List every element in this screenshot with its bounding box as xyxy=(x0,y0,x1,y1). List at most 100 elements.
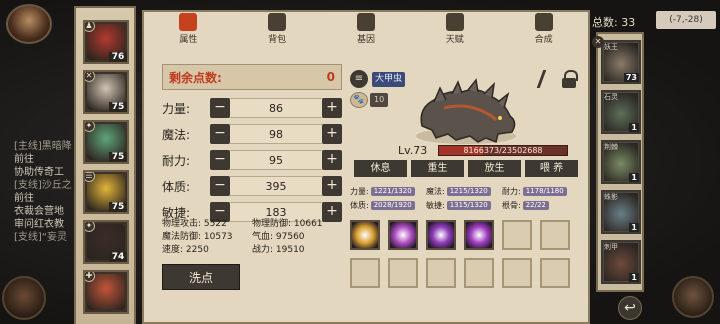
decrease-button[interactable]: − xyxy=(210,150,230,170)
derived-stat: 气血: 97560 xyxy=(252,232,305,242)
roster-level: 73 xyxy=(623,73,639,82)
quest-line: [支线]“妄灵 xyxy=(14,232,67,243)
beast-hp-bar: 8166373/23502688 xyxy=(438,145,568,156)
action-button[interactable]: 重生 xyxy=(411,160,464,177)
roster-card[interactable]: 石灵 1 xyxy=(601,90,641,134)
roster-card[interactable]: 荆棘 1 xyxy=(601,140,641,184)
class-badge-icon: ♟ xyxy=(85,22,95,32)
derived-stat: 魔法防御: 10573 xyxy=(162,232,233,242)
stat-name: 体质: xyxy=(162,179,191,194)
beast-roster[interactable]: 妖王 73 石灵 1 荆棘 1 蛛影 1 刺甲 1 xyxy=(596,32,644,292)
aptitude-value: 22/22 xyxy=(522,201,549,210)
tab-bar: 属性 背包 基因 天赋 合成 xyxy=(144,12,588,46)
chat-avatar[interactable] xyxy=(2,276,46,320)
player-avatar[interactable] xyxy=(6,4,52,44)
remaining-points-label: 剩余点数: xyxy=(169,70,222,85)
reset-points-button[interactable]: 洗点 xyxy=(162,264,240,290)
class-badge-icon: ✚ xyxy=(85,272,95,282)
character-card[interactable]: ♟ 76 xyxy=(83,20,129,64)
empty-skill-slot[interactable] xyxy=(464,258,494,288)
increase-button[interactable]: + xyxy=(322,98,342,118)
roster-card[interactable]: 刺甲 1 xyxy=(601,240,641,284)
coordinates: (-7,-28) xyxy=(656,11,716,29)
menu-icon[interactable]: ≡ xyxy=(350,70,368,88)
derived-stats: 物理攻击: 5522 物理防御: 10661 魔法防御: 10573 气血: 9756… xyxy=(162,218,372,257)
increase-button[interactable]: + xyxy=(322,124,342,144)
back-button[interactable]: ↩ xyxy=(618,296,642,320)
stat-value: 395 xyxy=(230,176,322,196)
increase-button[interactable]: + xyxy=(322,176,342,196)
aptitude-label: 根骨: xyxy=(502,201,521,210)
tab-label: 天赋 xyxy=(445,35,464,45)
character-card[interactable]: ✦ 74 xyxy=(83,220,129,264)
empty-skill-slot[interactable] xyxy=(388,258,418,288)
aptitude: 魔法: 1215/1320 xyxy=(426,186,502,197)
roster-card[interactable]: 妖王 73 xyxy=(601,40,641,84)
derived-stat: 物理攻击: 5522 xyxy=(162,219,227,229)
empty-skill-slot[interactable] xyxy=(426,258,456,288)
beast-actions: 休息 重生 放生喂 养 xyxy=(354,160,578,177)
empty-skill-slot[interactable] xyxy=(540,258,570,288)
beast-paw-value: 10 xyxy=(370,93,389,107)
roster-name: 荆棘 xyxy=(604,143,618,151)
character-level: 75 xyxy=(109,102,127,112)
class-badge-icon: ✦ xyxy=(85,222,95,232)
character-card[interactable]: ✚ xyxy=(83,270,129,314)
bag-icon xyxy=(268,13,287,31)
empty-skill-slot[interactable] xyxy=(350,258,380,288)
empty-skill-slot[interactable] xyxy=(540,220,570,250)
increase-button[interactable]: + xyxy=(322,150,342,170)
talent-icon xyxy=(445,13,464,31)
aptitude: 根骨: 22/22 xyxy=(502,200,578,211)
derived-stat: 速度: 2250 xyxy=(162,245,209,255)
decrease-button[interactable]: − xyxy=(210,176,230,196)
roster-level: 1 xyxy=(629,273,639,282)
character-card[interactable]: ✕ 75 xyxy=(83,70,129,114)
gene-icon xyxy=(356,13,375,31)
tab-4[interactable]: 合成 xyxy=(519,13,569,45)
tab-label: 基因 xyxy=(356,35,375,45)
menu-avatar[interactable] xyxy=(672,276,714,318)
decrease-button[interactable]: − xyxy=(210,124,230,144)
action-button[interactable]: 休息 xyxy=(354,160,407,177)
aptitude: 敏捷: 1315/1320 xyxy=(426,200,502,211)
quest-line: 协助传奇工 xyxy=(14,167,64,178)
derived-stat: 战力: 19510 xyxy=(252,245,305,255)
action-button[interactable]: 喂 养 xyxy=(525,160,578,177)
stat-value: 95 xyxy=(230,150,322,170)
tab-label: 属性 xyxy=(179,35,198,45)
rename-icon[interactable] xyxy=(536,70,558,88)
roster-total: 总数: 33 xyxy=(592,16,636,29)
skill-slot[interactable] xyxy=(350,220,380,250)
tab-3[interactable]: 天赋 xyxy=(430,13,480,45)
character-level: 75 xyxy=(109,152,127,162)
action-button[interactable]: 放生 xyxy=(468,160,521,177)
skill-slot[interactable] xyxy=(426,220,456,250)
roster-card[interactable]: 蛛影 1 xyxy=(601,190,641,234)
empty-skill-slot[interactable] xyxy=(502,258,532,288)
lock-icon[interactable] xyxy=(562,70,578,88)
decrease-button[interactable]: − xyxy=(210,98,230,118)
aptitude-value: 1215/1320 xyxy=(446,187,491,196)
skill-grid xyxy=(350,220,578,288)
character-strip: ♟ 76 ✕ 75 ✦ 75 ☰ 75 ✦ 74 ✚ xyxy=(74,6,136,324)
aptitude-label: 敏捷: xyxy=(426,201,445,210)
close-icon[interactable]: ✕ xyxy=(592,36,604,48)
skill-slot[interactable] xyxy=(388,220,418,250)
skill-icon xyxy=(428,222,454,248)
empty-skill-slot[interactable] xyxy=(502,220,532,250)
quest-log[interactable]: [主线]黑暗降 前往 协助传奇工 [支线]沙丘之 前往 衣裁会营地 审问红衣教 [支线]“妄灵 xyxy=(14,140,78,244)
skill-icon xyxy=(352,222,378,248)
quest-line: [主线]黑暗降 xyxy=(14,141,72,152)
roster-name: 石灵 xyxy=(604,93,618,101)
character-card[interactable]: ✦ 75 xyxy=(83,120,129,164)
tab-1[interactable]: 背包 xyxy=(252,13,302,45)
stat-name: 耐力: xyxy=(162,153,191,168)
tab-0[interactable]: 属性 xyxy=(163,13,213,45)
stat-row: 魔法: −98 + xyxy=(162,122,342,146)
character-card[interactable]: ☰ 75 xyxy=(83,170,129,214)
beast-hp-text: 8166373/23502688 xyxy=(463,146,543,155)
skill-slot[interactable] xyxy=(464,220,494,250)
remaining-points-value: 0 xyxy=(326,70,335,84)
tab-2[interactable]: 基因 xyxy=(341,13,391,45)
